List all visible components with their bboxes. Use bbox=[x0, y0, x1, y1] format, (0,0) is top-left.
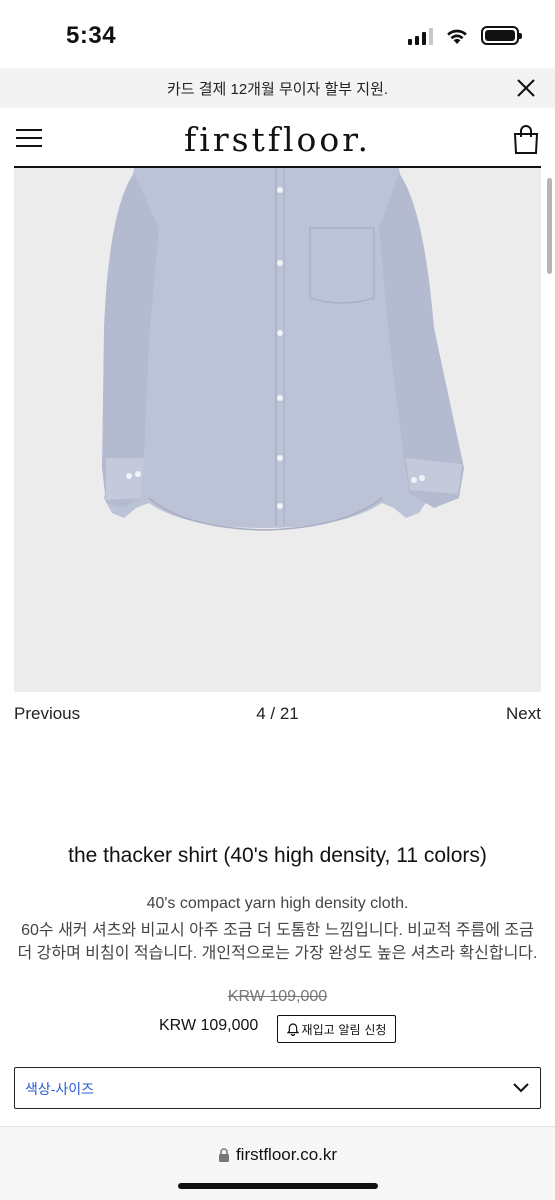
restock-alert-label: 재입고 알림 신청 bbox=[301, 1022, 387, 1037]
shirt-illustration bbox=[102, 168, 464, 531]
close-icon[interactable] bbox=[515, 77, 537, 99]
chevron-down-icon bbox=[513, 1083, 529, 1093]
wifi-icon bbox=[447, 29, 467, 44]
image-counter: 4 / 21 bbox=[256, 704, 299, 723]
lock-icon bbox=[218, 1147, 229, 1162]
color-size-select[interactable]: 색상-사이즈 bbox=[14, 1067, 541, 1109]
price-row: KRW 109,000 재입고 알림 신청 bbox=[0, 1015, 555, 1045]
page-scrollbar[interactable] bbox=[547, 178, 552, 274]
promo-banner: 카드 결제 12개월 무이자 할부 지원. bbox=[0, 68, 555, 108]
gallery-pager: Previous 4 / 21 Next bbox=[14, 704, 541, 724]
product-description-ko: 60수 새커 셔츠와 비교시 아주 조금 더 도톰한 느낌입니다. 비교적 주름… bbox=[17, 922, 538, 962]
site-header: firstfloor. bbox=[0, 108, 555, 168]
product-description-en: 40's compact yarn high density cloth. bbox=[146, 895, 409, 912]
home-indicator[interactable] bbox=[178, 1183, 378, 1189]
battery-icon bbox=[481, 26, 522, 45]
shopping-bag-icon[interactable] bbox=[513, 124, 539, 154]
current-price: KRW 109,000 bbox=[159, 1017, 259, 1034]
product-image[interactable] bbox=[14, 168, 541, 692]
color-size-select-label: 색상-사이즈 bbox=[25, 1081, 95, 1097]
next-button[interactable]: Next bbox=[506, 704, 541, 724]
status-bar: 5:34 bbox=[0, 0, 555, 68]
url-text: firstfloor.co.kr bbox=[235, 1145, 338, 1164]
restock-alert-button[interactable]: 재입고 알림 신청 bbox=[277, 1015, 396, 1043]
browser-address-bar: firstfloor.co.kr bbox=[0, 1126, 555, 1200]
url-display[interactable]: firstfloor.co.kr bbox=[0, 1145, 555, 1165]
original-price: KRW 109,000 bbox=[227, 988, 328, 1005]
promo-text: 카드 결제 12개월 무이자 할부 지원. bbox=[166, 81, 389, 98]
product-title: the thacker shirt (40's high density, 11… bbox=[68, 844, 487, 867]
bell-icon bbox=[286, 1022, 299, 1036]
site-logo[interactable]: firstfloor. bbox=[0, 120, 555, 159]
cellular-signal-icon bbox=[408, 27, 433, 45]
status-icons bbox=[408, 26, 522, 45]
status-time: 5:34 bbox=[66, 22, 117, 49]
